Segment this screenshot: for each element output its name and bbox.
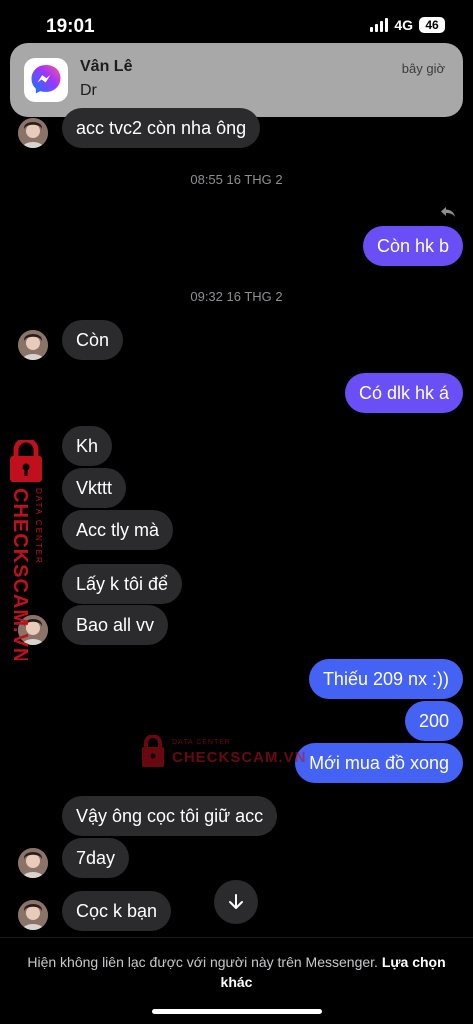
message-outgoing[interactable]: 200 <box>404 701 463 741</box>
message-outgoing[interactable]: Có dlk hk á <box>344 373 463 413</box>
contact-avatar[interactable] <box>18 900 48 930</box>
notification-time: bây giờ <box>401 61 445 76</box>
svg-text:DATA CENTER: DATA CENTER <box>34 488 43 565</box>
watermark-logo: CHECKSCAM.VN DATA CENTER <box>4 437 54 663</box>
message-incoming[interactable]: Còn <box>62 320 124 360</box>
watermark-logo: DATA CENTER CHECKSCAM.VN <box>140 735 306 773</box>
message-outgoing[interactable]: Mới mua đồ xong <box>295 743 463 783</box>
message-timestamp: 08:55 16 THG 2 <box>190 172 283 187</box>
battery-icon: 46 <box>419 17 445 33</box>
message-incoming[interactable]: Acc tly mà <box>62 510 174 550</box>
message-incoming[interactable]: Lấy k tôi để <box>62 564 183 604</box>
message-incoming[interactable]: Cọc k bạn <box>62 891 172 931</box>
message-outgoing[interactable]: Thiếu 209 nx :)) <box>308 659 463 699</box>
watermark-tagline: DATA CENTER <box>172 739 231 746</box>
status-icons: 4G 46 <box>370 17 445 33</box>
message-incoming[interactable]: Vkttt <box>62 468 127 508</box>
contact-avatar[interactable] <box>18 848 48 878</box>
network-type: 4G <box>394 17 413 33</box>
message-timestamp: 09:32 16 THG 2 <box>190 289 283 304</box>
message-incoming[interactable]: acc tvc2 còn nha ông <box>62 108 261 148</box>
home-indicator[interactable] <box>152 1009 322 1014</box>
svg-text:CHECKSCAM.VN: CHECKSCAM.VN <box>9 488 31 660</box>
message-incoming[interactable]: Bao all vv <box>62 605 169 645</box>
signal-icon <box>370 18 389 32</box>
notification-banner[interactable]: Vân Lê Dr bây giờ <box>10 43 463 117</box>
contact-avatar[interactable] <box>18 118 48 148</box>
status-time: 19:01 <box>46 16 95 37</box>
message-incoming[interactable]: Kh <box>62 426 113 466</box>
message-outgoing[interactable]: Còn hk b <box>362 226 463 266</box>
scroll-to-bottom-button[interactable] <box>214 880 258 924</box>
unavailable-notice: Hiện không liên lạc được với người này t… <box>20 952 453 992</box>
messenger-icon <box>24 58 68 102</box>
notification-message: Dr <box>80 82 97 99</box>
notification-sender: Vân Lê <box>80 58 133 75</box>
reply-icon <box>441 207 455 217</box>
arrow-down-icon <box>229 894 243 909</box>
message-incoming[interactable]: Vậy ông cọc tôi giữ acc <box>62 796 278 836</box>
contact-avatar[interactable] <box>18 330 48 360</box>
message-incoming[interactable]: 7day <box>62 838 130 878</box>
watermark-brand: CHECKSCAM.VN <box>172 749 307 766</box>
unavailable-notice-text: Hiện không liên lạc được với người này t… <box>27 954 378 970</box>
